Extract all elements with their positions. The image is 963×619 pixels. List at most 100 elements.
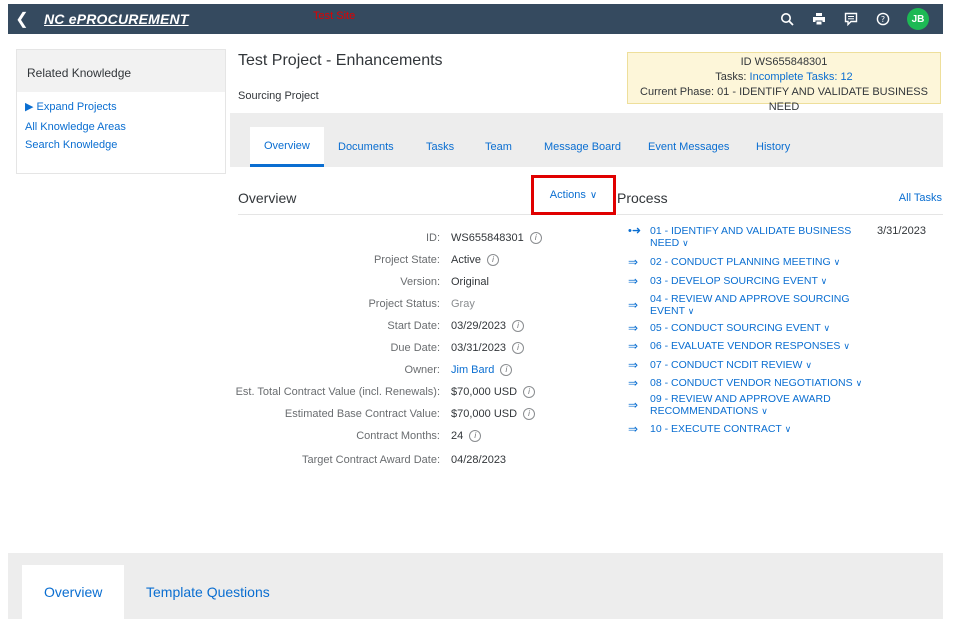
field-value: Original [451, 276, 489, 288]
field-project-status: Project Status: Gray [238, 298, 610, 314]
field-label: Estimated Base Contract Value: [284, 408, 440, 420]
process-step-10[interactable]: ⇒ 10 - EXECUTE CONTRACT ∨ [628, 423, 868, 435]
actions-menu-button[interactable]: Actions ∨ [531, 175, 616, 215]
search-knowledge-link[interactable]: Search Knowledge [25, 139, 225, 151]
chevron-down-icon: ∨ [823, 323, 831, 333]
field-value: 04/28/2023 [451, 454, 507, 466]
field-id: ID: WS655848301 i [238, 232, 610, 248]
field-label: Contract Months: [356, 430, 440, 442]
test-site-label: Test Site [313, 10, 356, 22]
project-tab-bar: Overview Documents Tasks Team Message Bo… [230, 113, 943, 167]
step-arrow-icon: ⇒ [628, 398, 639, 412]
tab-overview[interactable]: Overview [250, 127, 324, 167]
step-arrow-icon: ⇒ [628, 255, 639, 269]
process-step-04[interactable]: ⇒ 04 - REVIEW AND APPROVE SOURCING EVENT… [628, 293, 868, 317]
chevron-down-icon: ∨ [855, 378, 863, 388]
tasks-label: Tasks: [715, 71, 747, 83]
tab-event-messages[interactable]: Event Messages [634, 127, 743, 167]
tab-documents[interactable]: Documents [324, 127, 408, 167]
field-label: Owner: [404, 364, 440, 376]
field-label: Start Date: [387, 320, 440, 332]
chevron-down-icon: ∨ [589, 189, 598, 201]
owner-link[interactable]: Jim Bard [451, 364, 494, 376]
field-label: Project Status: [368, 298, 440, 310]
process-divider [617, 214, 943, 215]
field-value: WS655848301 i [451, 232, 542, 245]
process-step-02[interactable]: ⇒ 02 - CONDUCT PLANNING MEETING ∨ [628, 256, 868, 268]
search-icon[interactable] [773, 5, 801, 33]
user-avatar[interactable]: JB [907, 8, 929, 30]
brand-logo[interactable]: NC ePROCUREMENT [44, 11, 189, 27]
field-owner: Owner: Jim Bard i [238, 364, 610, 380]
chevron-down-icon: ∨ [682, 238, 689, 248]
info-icon[interactable]: i [512, 342, 525, 355]
info-icon[interactable]: i [523, 408, 536, 421]
field-target-contract-award-date: Target Contract Award Date: 04/28/2023 [238, 454, 610, 470]
field-value: 03/29/2023 i [451, 320, 525, 333]
expand-projects-link[interactable]: ▶ Expand Projects [25, 100, 225, 113]
field-label: Due Date: [390, 342, 440, 354]
step-arrow-icon: ⇒ [628, 321, 639, 335]
page-title: Test Project - Enhancements [238, 52, 443, 69]
tab-message-board[interactable]: Message Board [530, 127, 635, 167]
field-value: Jim Bard i [451, 364, 513, 377]
bottom-tab-bar: Overview Template Questions [8, 553, 943, 619]
chevron-down-icon: ∨ [833, 257, 841, 267]
info-icon[interactable]: i [512, 320, 525, 333]
process-section-title: Process [617, 190, 668, 206]
bottom-tab-overview[interactable]: Overview [22, 565, 125, 619]
field-value: Active i [451, 254, 499, 267]
step-arrow-icon: ⇒ [628, 376, 639, 390]
tab-history[interactable]: History [742, 127, 804, 167]
back-button[interactable]: ❮ [8, 4, 36, 34]
field-label: Version: [400, 276, 440, 288]
process-step-01[interactable]: •➜ 01 - IDENTIFY AND VALIDATE BUSINESS N… [628, 225, 868, 249]
field-label: Est. Total Contract Value (incl. Renewal… [235, 386, 440, 398]
process-step-05[interactable]: ⇒ 05 - CONDUCT SOURCING EVENT ∨ [628, 322, 868, 334]
chevron-down-icon: ∨ [687, 306, 695, 316]
info-icon[interactable]: i [500, 364, 513, 377]
field-start-date: Start Date: 03/29/2023 i [238, 320, 610, 336]
all-tasks-link[interactable]: All Tasks [899, 192, 942, 204]
incomplete-tasks-link[interactable]: Incomplete Tasks: 12 [750, 71, 853, 83]
info-icon[interactable]: i [469, 430, 482, 443]
step-arrow-icon: ⇒ [628, 298, 639, 312]
field-version: Version: Original [238, 276, 610, 292]
field-project-state: Project State: Active i [238, 254, 610, 270]
process-step-07[interactable]: ⇒ 07 - CONDUCT NCDIT REVIEW ∨ [628, 359, 868, 371]
tab-tasks[interactable]: Tasks [412, 127, 468, 167]
step-arrow-icon: ⇒ [628, 339, 639, 353]
help-icon[interactable]: ? [869, 5, 897, 33]
project-type: Sourcing Project [238, 90, 319, 102]
step-arrow-icon: ⇒ [628, 358, 639, 372]
info-icon[interactable]: i [523, 386, 536, 399]
all-knowledge-areas-link[interactable]: All Knowledge Areas [25, 121, 225, 133]
print-icon[interactable] [805, 5, 833, 33]
field-due-date: Due Date: 03/31/2023 i [238, 342, 610, 358]
field-label: ID: [425, 232, 440, 244]
process-step-09[interactable]: ⇒ 09 - REVIEW AND APPROVE AWARD RECOMMEN… [628, 393, 868, 417]
tasks-line: Tasks: Incomplete Tasks: 12 [628, 70, 940, 85]
related-knowledge-title: Related Knowledge [17, 50, 225, 92]
current-step-arrow-icon: •➜ [628, 225, 642, 237]
chevron-down-icon: ∨ [820, 276, 828, 286]
tab-team[interactable]: Team [471, 127, 526, 167]
process-step-03[interactable]: ⇒ 03 - DEVELOP SOURCING EVENT ∨ [628, 275, 868, 287]
field-value: $70,000 USD i [451, 408, 536, 421]
shell-actions: ? JB [773, 4, 929, 34]
field-value: 03/31/2023 i [451, 342, 525, 355]
process-step-08[interactable]: ⇒ 08 - CONDUCT VENDOR NEGOTIATIONS ∨ [628, 377, 868, 389]
process-step-06[interactable]: ⇒ 06 - EVALUATE VENDOR RESPONSES ∨ [628, 340, 868, 352]
info-icon[interactable]: i [529, 232, 542, 245]
project-id-line: ID WS655848301 [740, 56, 828, 68]
current-step-date: 3/31/2023 [877, 225, 926, 237]
info-icon[interactable]: i [486, 254, 499, 267]
actions-label: Actions [549, 189, 586, 201]
feedback-icon[interactable] [837, 5, 865, 33]
field-value: 24 i [451, 430, 482, 443]
current-phase-line: Current Phase: 01 - IDENTIFY AND VALIDAT… [640, 86, 928, 113]
svg-text:?: ? [881, 15, 885, 24]
project-summary-box: ID WS655848301 Tasks: Incomplete Tasks: … [627, 52, 941, 113]
related-knowledge-panel: Related Knowledge ▶ Expand Projects All … [16, 49, 226, 174]
bottom-tab-template-questions[interactable]: Template Questions [124, 565, 292, 619]
